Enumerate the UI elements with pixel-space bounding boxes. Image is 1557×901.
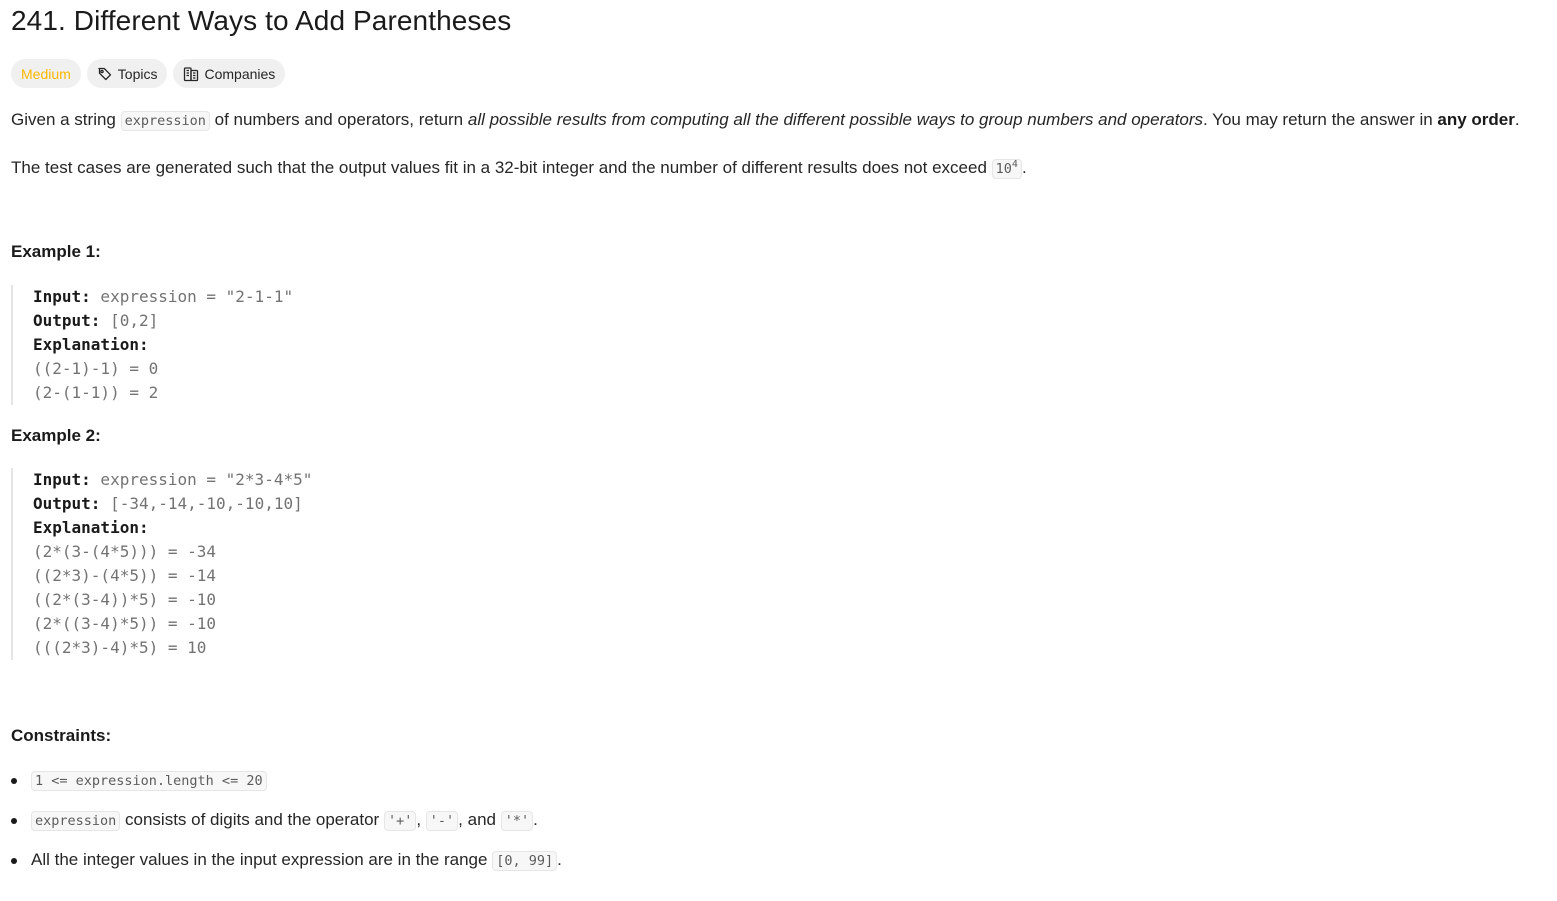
inline-code-power: 104: [991, 159, 1022, 179]
output-value: [-34,-14,-10,-10,10]: [100, 494, 303, 513]
bullet-icon: [11, 818, 17, 824]
companies-button[interactable]: Companies: [173, 59, 286, 88]
constraint-item: expression consists of digits and the op…: [11, 808, 562, 833]
explanation-line: (((2*3)-4)*5) = 10: [33, 638, 207, 657]
inline-code: '-': [425, 811, 459, 831]
text: consists of digits and the operator: [120, 810, 384, 829]
explanation-line: (2*(3-(4*5))) = -34: [33, 542, 217, 561]
example-2-block: Input: expression = "2*3-4*5" Output: [-…: [11, 468, 312, 660]
emphasis-text: all possible results from computing all …: [467, 110, 1204, 129]
example-output-line: Output: [-34,-14,-10,-10,10]: [33, 492, 312, 516]
example-2-heading: Example 2:: [11, 426, 101, 445]
text: Given a string: [11, 110, 121, 129]
text: .: [1514, 110, 1520, 129]
topics-button[interactable]: Topics: [86, 59, 168, 88]
inline-code: '+': [383, 811, 417, 831]
text: The test cases are generated such that t…: [11, 158, 992, 177]
explanation-line: (2-(1-1)) = 2: [33, 383, 159, 402]
output-label: Output:: [33, 494, 101, 513]
example-explanation-label: Explanation:: [33, 516, 312, 540]
example-input-line: Input: expression = "2*3-4*5": [33, 468, 312, 492]
bullet-icon: [11, 858, 17, 864]
inline-code: 1 <= expression.length <= 20: [31, 771, 267, 791]
constraints-heading: Constraints:: [11, 726, 112, 745]
input-label: Input:: [33, 287, 91, 306]
example-1-heading: Example 1:: [11, 242, 101, 261]
constraint-item: 1 <= expression.length <= 20: [11, 768, 562, 793]
explanation-label: Explanation:: [33, 518, 149, 537]
input-label: Input:: [33, 470, 91, 489]
bold-text: any order: [1437, 110, 1515, 129]
inline-code: '*': [500, 811, 534, 831]
text: , and: [458, 810, 501, 829]
problem-title: 241. Different Ways to Add Parentheses: [11, 5, 512, 36]
description-paragraph-2: The test cases are generated such that t…: [11, 153, 1027, 181]
example-output-line: Output: [0,2]: [33, 309, 293, 333]
example-input-line: Input: expression = "2-1-1": [33, 285, 293, 309]
power-base: 10: [995, 161, 1012, 177]
inline-code: expression: [120, 111, 210, 131]
output-label: Output:: [33, 311, 101, 330]
input-value: expression = "2-1-1": [90, 287, 294, 306]
explanation-label: Explanation:: [33, 335, 149, 354]
topics-label: Topics: [117, 65, 158, 82]
text: . You may return the answer in: [1203, 110, 1438, 129]
explanation-line: ((2*(3-4))*5) = -10: [33, 590, 217, 609]
inline-code: [0, 99]: [492, 851, 558, 871]
explanation-line: ((2-1)-1) = 0: [33, 359, 159, 378]
bullet-icon: [11, 778, 17, 784]
description-paragraph-1: Given a string expression of numbers and…: [11, 108, 1520, 133]
example-explanation-label: Explanation:: [33, 333, 293, 357]
text: of numbers and operators, return: [209, 110, 468, 129]
difficulty-badge: Medium: [11, 59, 81, 88]
output-value: [0,2]: [100, 311, 159, 330]
text: .: [1021, 158, 1027, 177]
problem-tags: Medium Topics Companies: [11, 59, 286, 88]
explanation-line: ((2*3)-(4*5)) = -14: [33, 566, 217, 585]
inline-code: expression: [31, 811, 121, 831]
building-icon: [183, 66, 199, 82]
companies-label: Companies: [204, 65, 276, 82]
text: .: [557, 850, 562, 869]
power-exponent: 4: [1011, 159, 1018, 170]
text: All the integer values in the input expr…: [31, 850, 493, 869]
example-1-block: Input: expression = "2-1-1" Output: [0,2…: [11, 285, 293, 405]
text: ,: [416, 810, 426, 829]
input-value: expression = "2*3-4*5": [90, 470, 313, 489]
explanation-line: (2*((3-4)*5)) = -10: [33, 614, 217, 633]
constraints-list: 1 <= expression.length <= 20 expression …: [11, 768, 562, 873]
tag-icon: [97, 66, 113, 82]
constraint-item: All the integer values in the input expr…: [11, 848, 562, 873]
text: .: [533, 810, 538, 829]
